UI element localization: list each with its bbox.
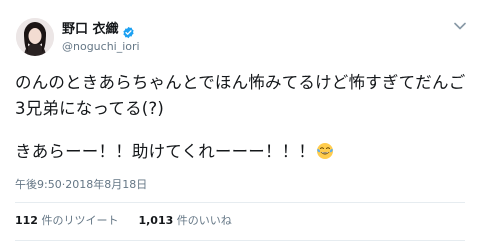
retweet-label: 件のリツイート <box>37 214 119 227</box>
tweet-time: 午後9:50 <box>15 178 62 191</box>
chevron-down-icon[interactable] <box>454 22 466 30</box>
avatar-image <box>16 18 54 56</box>
tweet-text-paragraph-1: のんのときあらちゃんとでほん怖みてるけど怖すぎてだんご3兄弟になってる(?) <box>15 73 466 118</box>
divider <box>15 240 465 241</box>
tweet-text-line-2: きあらーー！！助けてくれーーー！！！ <box>15 142 316 161</box>
tweet-text-paragraph-2: きあらーー！！助けてくれーーー！！！ <box>15 139 470 165</box>
retweet-stat[interactable]: 112 件のリツイート <box>15 214 118 228</box>
like-label: 件のいいね <box>173 214 232 227</box>
retweet-count: 112 <box>15 214 38 227</box>
tweet-date: 2018年8月18日 <box>65 178 148 191</box>
like-count: 1,013 <box>138 214 174 227</box>
verified-badge-icon <box>122 24 135 38</box>
author-handle[interactable]: @noguchi_iori <box>62 40 140 54</box>
tweet-card: 野口 衣織 @noguchi_iori のんのときあらちゃんとでほん怖みてるけど… <box>0 0 480 252</box>
avatar[interactable] <box>16 18 54 56</box>
tweet-timestamp[interactable]: 午後9:50 · 2018年8月18日 <box>15 178 147 192</box>
author-name-row[interactable]: 野口 衣織 <box>62 22 135 38</box>
tweet-body: のんのときあらちゃんとでほん怖みてるけど怖すぎてだんご3兄弟になってる(?) き… <box>15 70 470 165</box>
divider <box>15 202 465 203</box>
face-with-tears-of-joy-icon <box>316 142 334 160</box>
tweet-stats: 112 件のリツイート 1,013 件のいいね <box>15 214 232 228</box>
author-display-name[interactable]: 野口 衣織 <box>62 22 119 38</box>
like-stat[interactable]: 1,013 件のいいね <box>138 214 231 228</box>
